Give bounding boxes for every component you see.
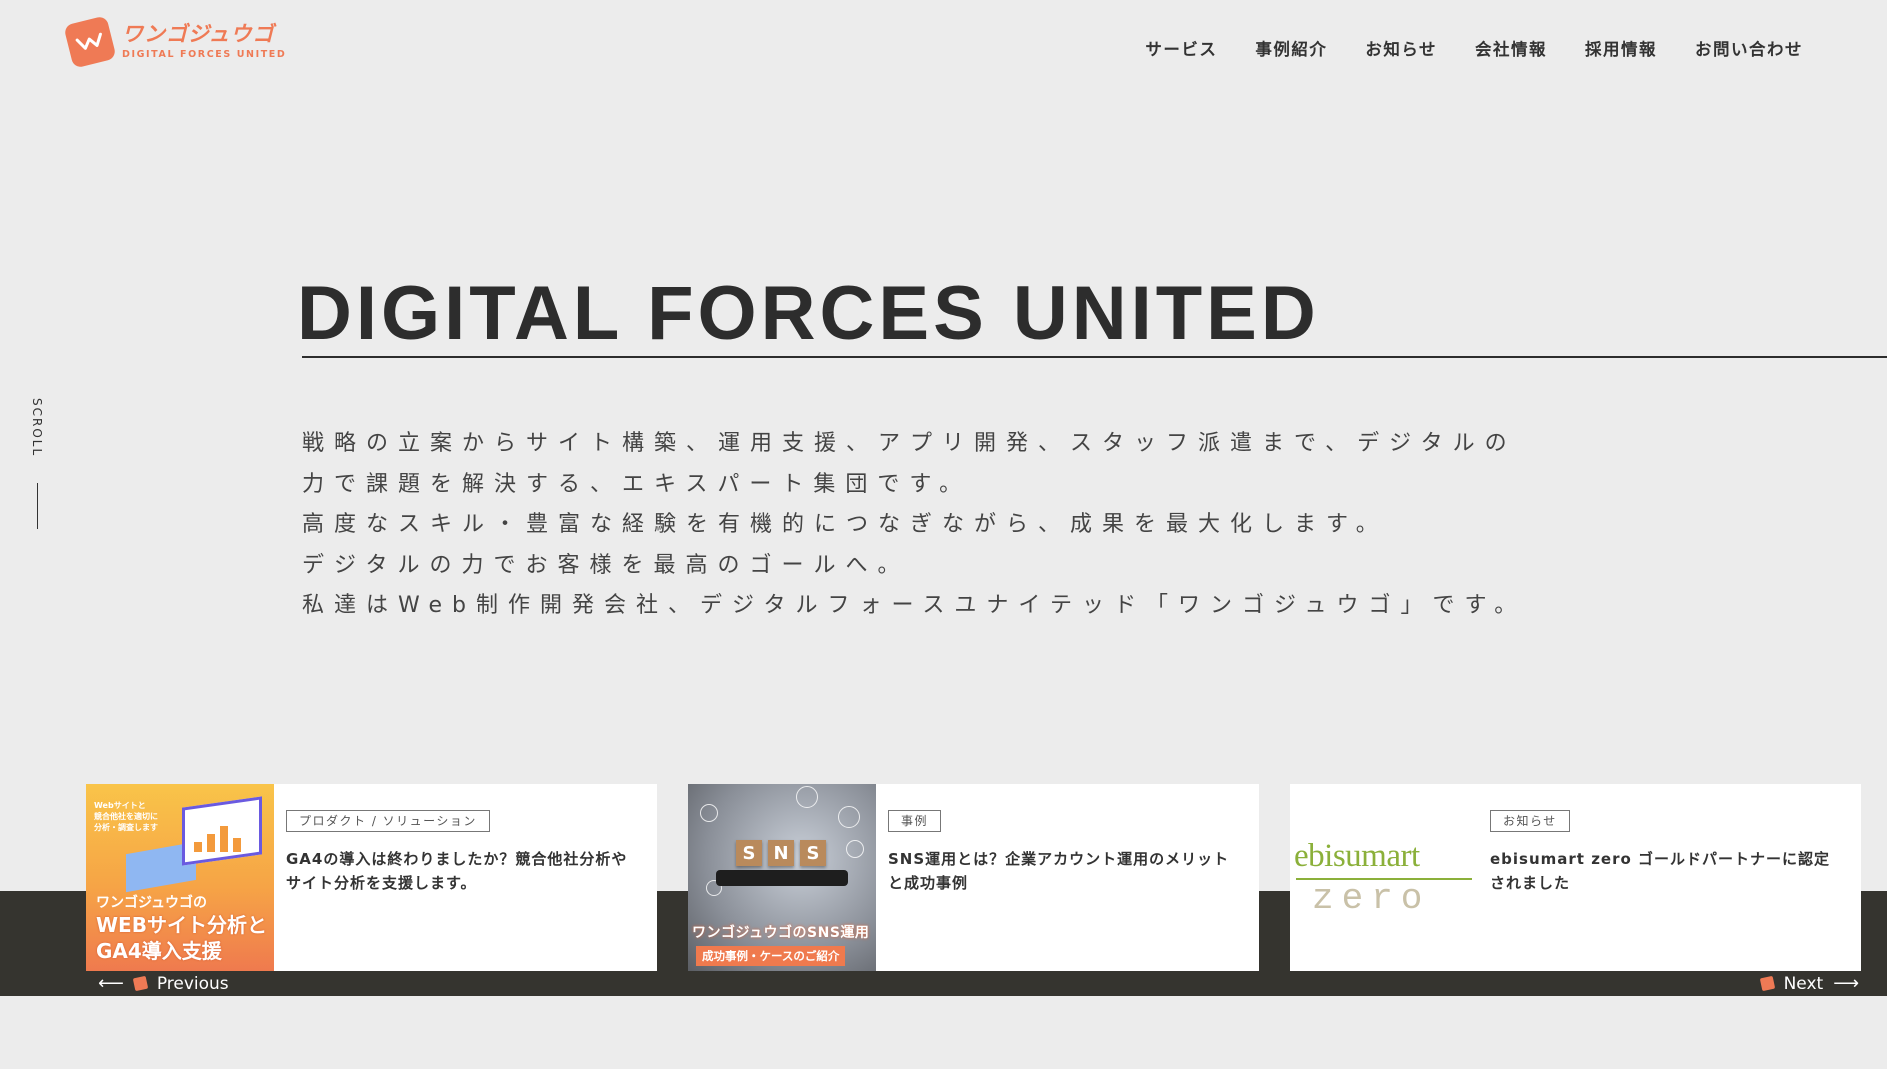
hero-copy-line: 戦略の立案からサイト構築、運用支援、アプリ開発、スタッフ派遣まで、デジタルの xyxy=(302,431,1517,456)
thumb-caption: ワンゴジュウゴのSNS運用 xyxy=(692,925,870,941)
at-icon xyxy=(796,786,818,808)
nav-item-cases[interactable]: 事例紹介 xyxy=(1255,36,1327,60)
card-title: SNS運用とは？企業アカウント運用のメリットと成功事例 xyxy=(888,850,1230,893)
thumb-phone-illustration xyxy=(716,870,848,886)
logo-mark-icon xyxy=(63,15,117,69)
card-category-tag: 事例 xyxy=(888,810,942,833)
thumb-letter-blocks: S N S xyxy=(736,840,826,866)
card-category-tag: プロダクト / ソリューション xyxy=(286,810,490,833)
previous-label: Previous xyxy=(156,973,229,994)
hero-divider xyxy=(302,356,1887,358)
card-thumbnail-sns: S N S ワンゴジュウゴのSNS運用 成功事例・ケースのご紹介 xyxy=(688,784,876,971)
thumb-logo-main: ebisumart xyxy=(1294,838,1420,874)
thumb-headline: WEBサイト分析と GA4導入支援 xyxy=(96,913,267,963)
hero-copy-line: 高度なスキル・豊富な経験を有機的につなぎながら、成果を最大化します。 xyxy=(302,512,1388,537)
news-card[interactable]: S N S ワンゴジュウゴのSNS運用 成功事例・ケースのご紹介 事例 SNS運… xyxy=(688,784,1259,971)
nav-item-services[interactable]: サービス xyxy=(1145,36,1217,60)
square-bullet-icon xyxy=(132,975,149,992)
scroll-label: SCROLL xyxy=(30,398,44,458)
nav-item-contact[interactable]: お問い合わせ xyxy=(1695,36,1803,60)
hero-copy-line: デジタルの力でお客様を最高のゴールへ。 xyxy=(302,552,910,578)
thumb-logo-sub: zero xyxy=(1312,878,1431,919)
thumb-subcaption: 成功事例・ケースのご紹介 xyxy=(696,946,846,966)
card-thumbnail-ga4: Webサイトと 競合他社を適切に 分析・調査します ワンゴジュウゴの WEBサイ… xyxy=(86,784,274,971)
card-title: GA4の導入は終わりましたか？競合他社分析やサイト分析を支援します。 xyxy=(286,850,628,893)
nav-item-company[interactable]: 会社情報 xyxy=(1475,36,1547,60)
main-nav: サービス 事例紹介 お知らせ 会社情報 採用情報 お問い合わせ xyxy=(1145,36,1803,60)
news-card[interactable]: ebisumart zero お知らせ ebisumart zero ゴールドパ… xyxy=(1290,784,1861,971)
hero-title: DIGITAL FORCES UNITED xyxy=(297,271,1320,356)
news-card[interactable]: Webサイトと 競合他社を適切に 分析・調査します ワンゴジュウゴの WEBサイ… xyxy=(86,784,657,971)
next-button[interactable]: Next ⟶ xyxy=(1759,973,1859,994)
wifi-icon xyxy=(846,840,864,858)
next-label: Next xyxy=(1783,973,1824,994)
logo-wordmark-en: DIGITAL FORCES UNITED xyxy=(122,49,287,61)
thumb-small-text: Webサイトと 競合他社を適切に 分析・調査します xyxy=(94,801,158,832)
arrow-left-icon: ⟵ xyxy=(98,973,124,994)
card-title: ebisumart zero ゴールドパートナーに認定されました xyxy=(1490,850,1831,893)
site-logo[interactable]: ワンゴジュウゴ DIGITAL FORCES UNITED xyxy=(63,15,287,69)
nav-item-news[interactable]: お知らせ xyxy=(1365,36,1437,60)
hero-copy-line: 私達はWeb制作開発会社、デジタルフォースユナイテッド「ワンゴジュウゴ」です。 xyxy=(302,593,1527,618)
news-carousel: Webサイトと 競合他社を適切に 分析・調査します ワンゴジュウゴの WEBサイ… xyxy=(86,784,1861,971)
nav-item-recruit[interactable]: 採用情報 xyxy=(1585,36,1657,60)
mail-icon xyxy=(838,806,860,828)
card-thumbnail-ebisumart: ebisumart zero xyxy=(1290,784,1478,971)
hero-copy: 戦略の立案からサイト構築、運用支援、アプリ開発、スタッフ派遣まで、デジタルの 力… xyxy=(302,424,1526,627)
network-icon xyxy=(700,804,718,822)
thumb-brand: ワンゴジュウゴの xyxy=(96,895,208,911)
scroll-line xyxy=(36,483,38,530)
previous-button[interactable]: ⟵ Previous xyxy=(98,973,229,994)
thumb-bar-illustration xyxy=(194,822,241,852)
logo-wordmark-jp: ワンゴジュウゴ xyxy=(122,22,275,47)
square-bullet-icon xyxy=(1759,975,1775,992)
scroll-indicator: SCROLL xyxy=(30,398,44,530)
card-category-tag: お知らせ xyxy=(1490,810,1570,833)
hero-copy-line: 力で課題を解決する、エキスパート集団です。 xyxy=(302,471,972,497)
arrow-right-icon: ⟶ xyxy=(1833,973,1859,994)
